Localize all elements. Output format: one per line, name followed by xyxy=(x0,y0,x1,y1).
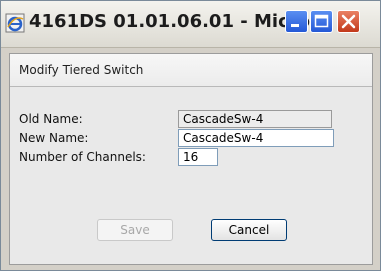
dialog-title: Modify Tiered Switch xyxy=(19,63,144,77)
cancel-button[interactable]: Cancel xyxy=(211,219,287,241)
close-button[interactable] xyxy=(337,10,360,33)
old-name-label: Old Name: xyxy=(19,112,83,126)
internet-explorer-icon xyxy=(5,13,25,33)
channels-label: Number of Channels: xyxy=(19,150,146,164)
channels-input[interactable]: 16 xyxy=(178,148,218,166)
maximize-icon xyxy=(314,14,329,28)
minimize-button[interactable] xyxy=(285,10,308,33)
dialog-panel: Modify Tiered Switch Old Name: CascadeSw… xyxy=(9,53,373,265)
maximize-button[interactable] xyxy=(310,10,333,33)
new-name-label: New Name: xyxy=(19,131,89,145)
browser-window: 4161DS 01.01.06.01 - Micro... Modify Tie… xyxy=(0,0,381,271)
old-name-field: CascadeSw-4 xyxy=(178,110,332,128)
save-button[interactable]: Save xyxy=(97,219,173,241)
new-name-input[interactable]: CascadeSw-4 xyxy=(178,129,334,147)
minimize-icon xyxy=(291,24,299,27)
dialog-header: Modify Tiered Switch xyxy=(10,54,372,87)
close-icon xyxy=(341,14,356,29)
title-bar[interactable]: 4161DS 01.01.06.01 - Micro... xyxy=(1,1,380,48)
